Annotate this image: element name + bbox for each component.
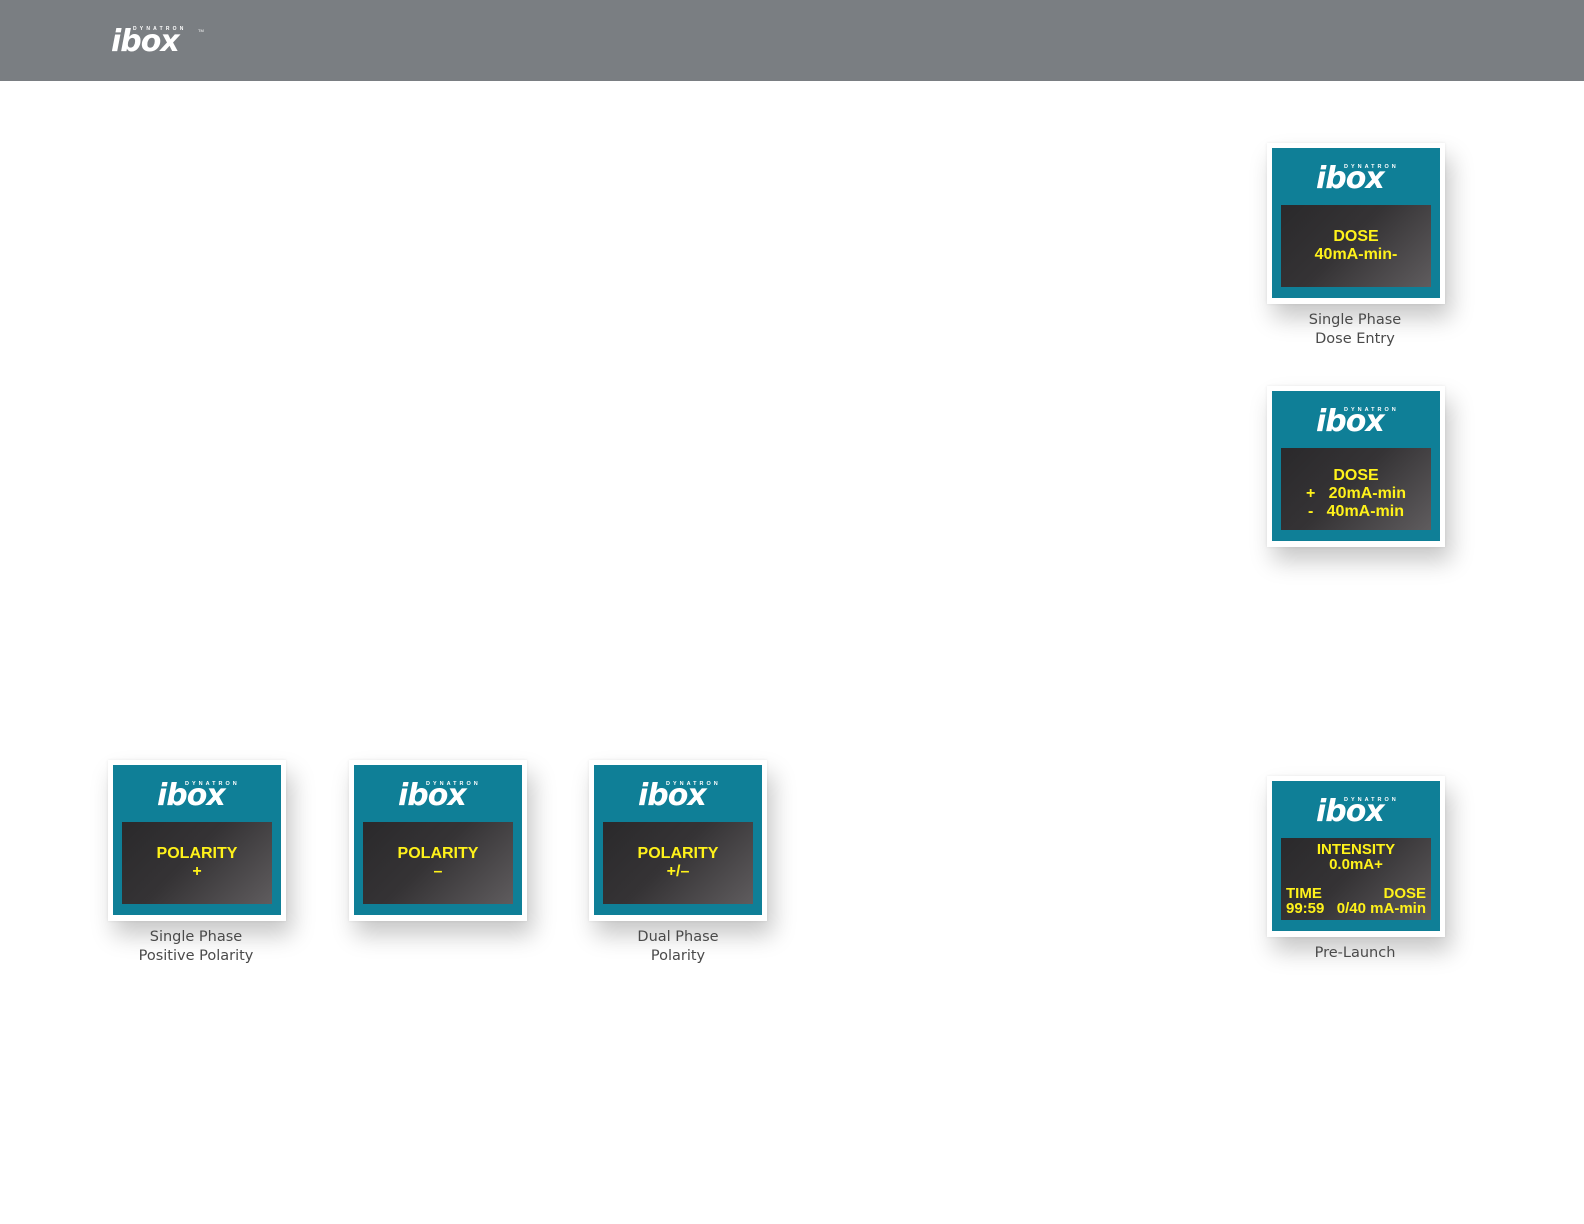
lcd-line: DOSE <box>1333 228 1379 245</box>
lcd-line: POLARITY <box>637 845 719 862</box>
device-screen: DYNATRON ibox INTENSITY 0.0mA+ TIME 99:5… <box>1272 781 1440 931</box>
lcd-line: + 20mA-min <box>1305 485 1407 502</box>
caption-polarity-dual: Dual Phase Polarity <box>578 928 778 966</box>
panel-dose-dual: DYNATRON ibox DOSE + 20mA-min - 40mA-min <box>1267 386 1445 547</box>
logo-wordmark: ibox <box>1316 404 1385 439</box>
logo-wordmark: ibox <box>638 778 707 813</box>
caption-line: Pre-Launch <box>1314 945 1396 961</box>
caption-line: Dual Phase <box>637 929 719 945</box>
caption-line: Dose Entry <box>1315 331 1395 347</box>
lcd-display: DOSE + 20mA-min - 40mA-min <box>1281 448 1431 530</box>
caption-dose-single: Single Phase Dose Entry <box>1255 311 1455 349</box>
lcd-line: POLARITY <box>156 845 238 862</box>
caption-line: Polarity <box>650 948 706 964</box>
logo-wordmark: ibox <box>1316 794 1385 829</box>
time-label: TIME <box>1286 885 1322 902</box>
time-readout: TIME 99:59 <box>1286 886 1324 916</box>
lcd-line: – <box>433 863 443 880</box>
ibox-logo: DYNATRON ibox <box>354 781 522 811</box>
header-bar: DYNATRON ibox TM <box>0 0 1584 81</box>
lcd-display: DOSE 40mA-min- <box>1281 205 1431 287</box>
lcd-display: POLARITY +/– <box>603 822 753 904</box>
panel-polarity-positive: DYNATRON ibox POLARITY + <box>108 760 286 921</box>
lcd-line: + <box>192 863 202 880</box>
brand-wordmark: ibox <box>111 24 180 59</box>
lcd-display: POLARITY + <box>122 822 272 904</box>
caption-line: Single Phase <box>149 929 243 945</box>
panel-pre-launch: DYNATRON ibox INTENSITY 0.0mA+ TIME 99:5… <box>1267 776 1445 937</box>
device-screen: DYNATRON ibox POLARITY – <box>354 765 522 915</box>
device-screen: DYNATRON ibox DOSE + 20mA-min - 40mA-min <box>1272 391 1440 541</box>
lcd-line: 40mA-min- <box>1314 246 1398 263</box>
brand-trademark: TM <box>198 28 204 33</box>
dose-label: DOSE <box>1383 885 1426 902</box>
logo-wordmark: ibox <box>398 778 467 813</box>
ibox-brand-logo: DYNATRON ibox TM <box>111 24 204 59</box>
caption-pre-launch: Pre-Launch <box>1255 944 1455 963</box>
device-screen: DYNATRON ibox DOSE 40mA-min- <box>1272 148 1440 298</box>
lcd-line: +/– <box>666 863 690 880</box>
ibox-logo: DYNATRON ibox <box>594 781 762 811</box>
ibox-logo: DYNATRON ibox <box>1272 164 1440 194</box>
caption-line: Positive Polarity <box>138 948 254 964</box>
lcd-line: POLARITY <box>397 845 479 862</box>
ibox-logo: DYNATRON ibox <box>1272 407 1440 437</box>
device-screen: DYNATRON ibox POLARITY + <box>113 765 281 915</box>
time-value: 99:59 <box>1286 900 1325 917</box>
intensity-label: INTENSITY <box>1316 841 1396 858</box>
caption-line: Single Phase <box>1308 312 1402 328</box>
intensity-readout: INTENSITY 0.0mA+ <box>1281 842 1431 872</box>
ibox-logo: DYNATRON ibox <box>113 781 281 811</box>
lcd-line: - 40mA-min <box>1307 503 1404 520</box>
dose-readout: DOSE 0/40 mA-min <box>1337 886 1426 916</box>
lcd-display: INTENSITY 0.0mA+ TIME 99:59 DOSE 0/40 mA… <box>1281 838 1431 920</box>
caption-polarity-positive: Single Phase Positive Polarity <box>96 928 296 966</box>
lcd-display: POLARITY – <box>363 822 513 904</box>
logo-wordmark: ibox <box>157 778 226 813</box>
panel-dose-single: DYNATRON ibox DOSE 40mA-min- <box>1267 143 1445 304</box>
ibox-logo: DYNATRON ibox <box>1272 797 1440 827</box>
panel-polarity-negative: DYNATRON ibox POLARITY – <box>349 760 527 921</box>
logo-wordmark: ibox <box>1316 161 1385 196</box>
lcd-line: DOSE <box>1333 467 1379 484</box>
intensity-value: 0.0mA+ <box>1329 856 1383 873</box>
panel-polarity-dual: DYNATRON ibox POLARITY +/– <box>589 760 767 921</box>
dose-value: 0/40 mA-min <box>1336 900 1426 917</box>
device-screen: DYNATRON ibox POLARITY +/– <box>594 765 762 915</box>
